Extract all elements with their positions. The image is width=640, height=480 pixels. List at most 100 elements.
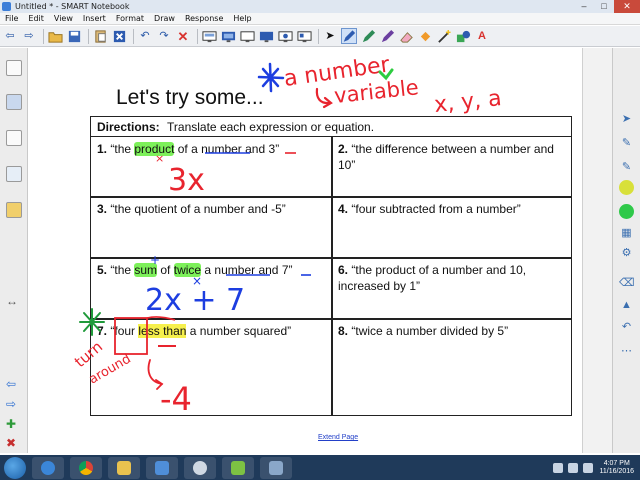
creative-pen-icon[interactable]: [379, 28, 395, 44]
menu-help[interactable]: Help: [228, 14, 256, 23]
problem-text: ”: [275, 142, 280, 156]
menu-insert[interactable]: Insert: [78, 14, 111, 23]
menu-file[interactable]: File: [0, 14, 23, 23]
paste-icon[interactable]: [92, 28, 108, 44]
highlight-twice: twice: [173, 263, 202, 277]
delete-icon[interactable]: [111, 28, 127, 44]
left-arrow-icon[interactable]: ⇦: [6, 378, 16, 390]
directions-table: Directions: Translate each expression or…: [90, 116, 572, 416]
problem-text: “the quotient of a number and -5”: [110, 202, 286, 216]
settings-gear-icon[interactable]: ⚙: [619, 246, 634, 261]
fill-tool-icon[interactable]: ▲: [619, 298, 634, 313]
taskbar-media-icon[interactable]: [184, 456, 216, 479]
undo-tool-icon[interactable]: ↶: [619, 320, 634, 335]
pointer-icon[interactable]: ➤: [322, 28, 338, 44]
problem-4: 4. “four subtracted from a number”: [332, 198, 572, 220]
add-page-icon[interactable]: ✚: [6, 418, 16, 430]
tray-arrow-icon[interactable]: [553, 462, 564, 473]
taskbar-notebook-icon[interactable]: [146, 456, 178, 479]
tray-volume-icon[interactable]: [583, 462, 594, 473]
left-sidebar: ↔ ⇦ ⇨ ✚ ✖: [0, 48, 28, 453]
menu-edit[interactable]: Edit: [23, 14, 49, 23]
highlighter-pen-icon[interactable]: [360, 28, 376, 44]
table-icon[interactable]: [220, 28, 236, 44]
page-scroll-area[interactable]: [582, 48, 612, 453]
problem-text: “twice a number divided by 5”: [351, 324, 509, 338]
close-x-icon[interactable]: ✕: [175, 28, 191, 44]
display-icon[interactable]: [239, 28, 255, 44]
back-arrow-icon[interactable]: ⇦: [2, 28, 18, 44]
problem-text: “the: [110, 263, 135, 277]
shapes-icon[interactable]: [455, 28, 471, 44]
magic-pen-icon[interactable]: [436, 28, 452, 44]
problem-text: “the: [110, 142, 135, 156]
window-title: Untitled * - SMART Notebook: [15, 2, 130, 11]
more-tools-icon[interactable]: ⋯: [619, 344, 634, 359]
tray-network-icon[interactable]: [568, 462, 579, 473]
blue-pen-tool-icon[interactable]: ✎: [619, 160, 634, 175]
pointer-tool-icon[interactable]: ➤: [619, 112, 634, 127]
taskbar-chrome-icon[interactable]: [70, 456, 102, 479]
pen-icon[interactable]: [341, 28, 357, 44]
highlight-product: product: [134, 142, 175, 156]
green-highlighter-icon[interactable]: [619, 204, 634, 219]
smart-notebook-app-icon: [2, 2, 11, 11]
table-tool-icon[interactable]: ▦: [619, 226, 634, 241]
title-bar: Untitled * - SMART Notebook – □ ✕: [0, 0, 640, 13]
menu-response[interactable]: Response: [180, 14, 228, 23]
problem-number: 3.: [97, 202, 108, 216]
problem-number: 8.: [338, 324, 349, 338]
redo-icon[interactable]: ↷: [156, 28, 172, 44]
full-screen-icon[interactable]: [296, 28, 312, 44]
clock-time: 4:07 PM: [603, 459, 630, 467]
toolbar-divider: [133, 28, 134, 44]
maximize-icon[interactable]: □: [594, 0, 614, 13]
clock[interactable]: 4:07 PM 11/16/2016: [599, 460, 634, 476]
problem-7: 7. “four less than a number squared”: [91, 320, 331, 342]
problem-text: “the difference between a number and 10”: [338, 142, 554, 172]
problem-number: 1.: [97, 142, 108, 156]
menu-view[interactable]: View: [49, 14, 78, 23]
fill-icon[interactable]: [417, 28, 433, 44]
problem-text: and: [255, 263, 282, 277]
directions-text: Translate each expression or equation.: [167, 120, 375, 134]
properties-icon[interactable]: [6, 166, 22, 182]
main-toolbar: ⇦ ⇨ ↶ ↷ ✕ ➤ A: [0, 26, 640, 47]
problem-text: a number squared”: [186, 324, 292, 338]
smart-notebook-window: Untitled * - SMART Notebook – □ ✕ File E…: [0, 0, 640, 480]
page-sorter-icon[interactable]: [6, 60, 22, 76]
problem-text: “the product of a number and 10, increas…: [338, 263, 527, 293]
problem-1: 1. “the product of a number and 3”: [91, 138, 331, 160]
forward-arrow-icon[interactable]: ⇨: [21, 28, 37, 44]
text-icon[interactable]: A: [474, 28, 490, 44]
save-icon[interactable]: [66, 28, 82, 44]
pen-tool-icon[interactable]: ✎: [619, 136, 634, 151]
taskbar-app-icon[interactable]: [260, 456, 292, 479]
document-camera-icon[interactable]: [277, 28, 293, 44]
menu-draw[interactable]: Draw: [149, 14, 180, 23]
extend-page-link[interactable]: Extend Page: [318, 434, 358, 441]
delete-page-icon[interactable]: ✖: [6, 437, 16, 449]
screen-shade-icon[interactable]: [201, 28, 217, 44]
taskbar-ie-icon[interactable]: [32, 456, 64, 479]
eraser-tool-icon[interactable]: ⌫: [619, 276, 635, 291]
close-icon[interactable]: ✕: [614, 0, 640, 13]
taskbar-smart-icon[interactable]: [222, 456, 254, 479]
monitor-icon[interactable]: [258, 28, 274, 44]
taskbar-folder-icon[interactable]: [108, 456, 140, 479]
menu-format[interactable]: Format: [111, 14, 149, 23]
right-arrow-icon[interactable]: ⇨: [6, 398, 16, 410]
resize-sidebar-icon[interactable]: ↔: [6, 295, 18, 307]
toolbar-divider: [197, 28, 198, 44]
attachments-icon[interactable]: [6, 130, 22, 146]
gallery-icon[interactable]: [6, 94, 22, 110]
yellow-highlighter-icon[interactable]: [619, 180, 634, 195]
open-folder-icon[interactable]: [47, 28, 63, 44]
problem-number: 6.: [338, 263, 349, 277]
add-ons-icon[interactable]: [6, 202, 22, 218]
problem-text: and: [241, 142, 269, 156]
eraser-icon[interactable]: [398, 28, 414, 44]
start-button-icon[interactable]: [4, 456, 26, 479]
undo-icon[interactable]: ↶: [137, 28, 153, 44]
minimize-icon[interactable]: –: [574, 0, 594, 13]
